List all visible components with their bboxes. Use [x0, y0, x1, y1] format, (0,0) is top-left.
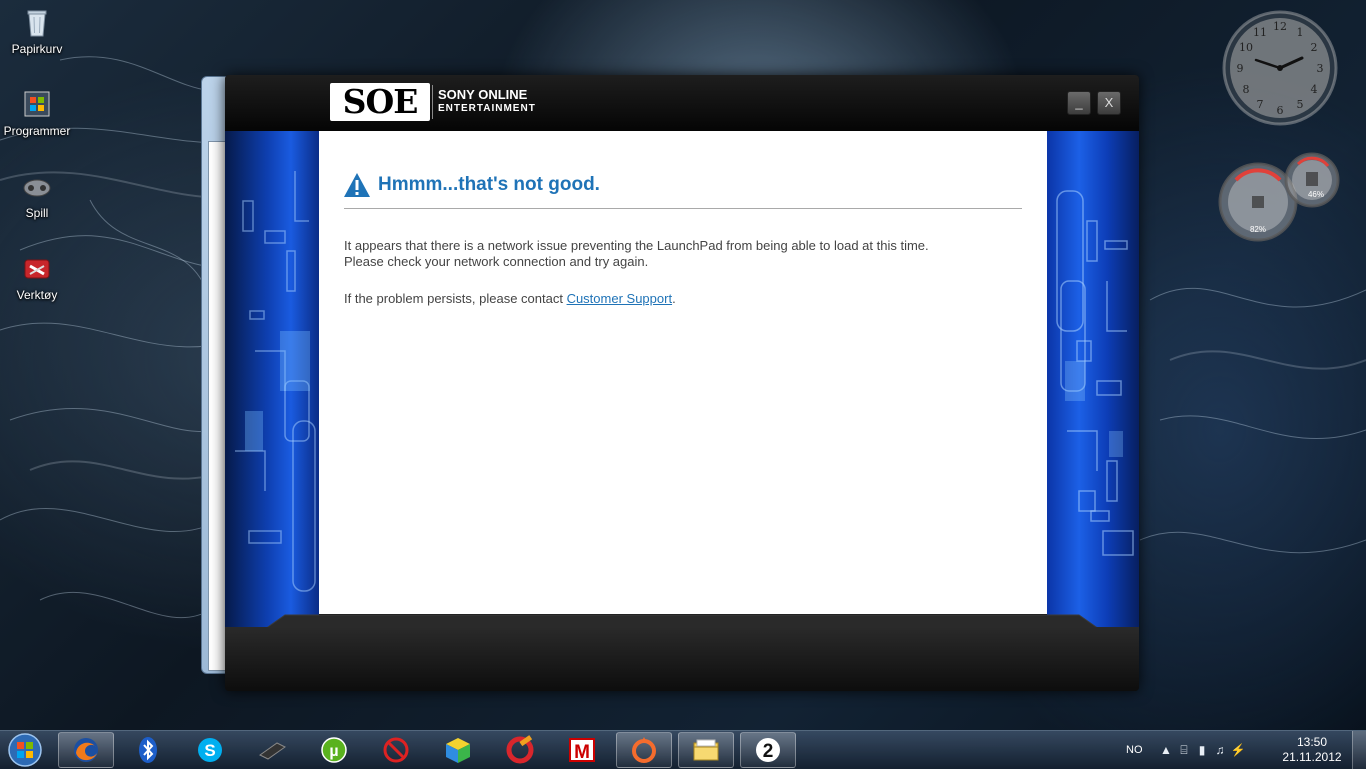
svg-text:5: 5: [1297, 98, 1304, 111]
left-decorative-panel: [225, 131, 319, 627]
meter-right-value: 46%: [1308, 190, 1324, 199]
launcher-titlebar[interactable]: SOE SONY ONLINE ENTERTAINMENT _ X: [225, 75, 1139, 131]
warning-icon: [344, 173, 370, 197]
usb-device-icon[interactable]: ⌸: [1175, 743, 1193, 758]
bluetooth-icon: [139, 737, 157, 763]
error-message-line-1: It appears that there is a network issue…: [344, 238, 929, 253]
clock-gadget[interactable]: 12 12 345 678 91011: [1220, 8, 1340, 128]
taskbar-rubik[interactable]: [430, 732, 486, 768]
blocked-app-icon: [383, 737, 409, 763]
utorrent-icon: µ: [321, 737, 347, 763]
taskbar-ps3[interactable]: [244, 732, 300, 768]
taskbar-bluetooth[interactable]: [120, 732, 176, 768]
desktop-icon-label: Spill: [25, 206, 49, 220]
error-message: It appears that there is a network issue…: [344, 238, 1024, 270]
support-prefix: If the problem persists, please contact: [344, 291, 567, 306]
tools-icon: [24, 259, 50, 279]
brand-line-2: ENTERTAINMENT: [438, 103, 536, 114]
svg-text:9: 9: [1237, 62, 1244, 75]
language-indicator[interactable]: NO: [1126, 731, 1143, 769]
ccleaner-icon: [506, 735, 534, 764]
file-explorer-icon: [693, 739, 719, 761]
soe-logo: SOE: [330, 83, 430, 121]
start-button[interactable]: [2, 732, 48, 768]
soe-launcher-icon: 2: [756, 738, 780, 762]
svg-text:7: 7: [1257, 98, 1264, 111]
taskbar-origin[interactable]: [616, 732, 672, 768]
rubik-cube-icon: [446, 738, 470, 763]
network-signal-icon[interactable]: ▮: [1193, 743, 1211, 757]
desktop-icon-tools[interactable]: Verktøy: [0, 252, 74, 302]
desktop-icon-label: Programmer: [3, 124, 71, 138]
show-desktop-button[interactable]: [1352, 731, 1366, 769]
taskbar-blocked-app[interactable]: [368, 732, 424, 768]
minimize-button[interactable]: _: [1067, 91, 1091, 115]
meter-left-value: 82%: [1250, 225, 1266, 234]
svg-text:2: 2: [1311, 41, 1318, 54]
origin-icon: [632, 737, 656, 763]
support-message: If the problem persists, please contact …: [344, 291, 676, 307]
clock-date: 21.11.2012: [1282, 750, 1342, 764]
taskbar-ccleaner[interactable]: [492, 732, 548, 768]
svg-text:6: 6: [1277, 104, 1284, 117]
error-message-line-2: Please check your network connection and…: [344, 254, 649, 269]
firefox-icon: [74, 738, 98, 762]
circuit-pattern-right: [1056, 190, 1134, 556]
show-hidden-icons-icon[interactable]: ▲: [1157, 743, 1175, 757]
taskbar-malwarebytes[interactable]: M: [554, 732, 610, 768]
svg-text:S: S: [204, 741, 215, 760]
svg-text:11: 11: [1253, 26, 1267, 39]
desktop-icon-games[interactable]: Spill: [0, 170, 74, 220]
customer-support-link[interactable]: Customer Support: [567, 291, 673, 306]
svg-text:10: 10: [1239, 41, 1253, 54]
error-heading: Hmmm...that's not good.: [343, 171, 600, 199]
taskbar: S µ M 2 NO ▲ ⌸ ▮ ♫ ⚡ 13:50 21.11.2012: [0, 730, 1366, 769]
error-title: Hmmm...that's not good.: [378, 174, 600, 195]
error-content-panel: Hmmm...that's not good. It appears that …: [319, 131, 1047, 614]
recycle-bin-icon: [27, 10, 47, 37]
brand-line-1: SONY ONLINE: [438, 87, 528, 102]
desktop-icon-recycle-bin[interactable]: Papirkurv: [0, 6, 74, 56]
close-button[interactable]: X: [1097, 91, 1121, 115]
support-suffix: .: [672, 291, 676, 306]
desktop-icon-programs[interactable]: Programmer: [0, 88, 74, 138]
svg-text:1: 1: [1297, 26, 1304, 39]
svg-text:8: 8: [1243, 83, 1250, 96]
taskbar-clock[interactable]: 13:50 21.11.2012: [1279, 735, 1345, 765]
cpu-meter-gadget[interactable]: 82% 46%: [1218, 150, 1342, 242]
programs-icon: [24, 91, 50, 117]
taskbar-firefox[interactable]: [58, 732, 114, 768]
svg-text:M: M: [574, 742, 590, 763]
taskbar-explorer[interactable]: [678, 732, 734, 768]
soe-logo-text: SOE: [342, 82, 419, 121]
svg-text:3: 3: [1317, 62, 1324, 75]
svg-text:µ: µ: [329, 743, 338, 760]
taskbar-skype[interactable]: S: [182, 732, 238, 768]
desktop-icon-label: Papirkurv: [11, 42, 63, 56]
power-icon[interactable]: ⚡: [1229, 743, 1247, 757]
system-tray: ▲ ⌸ ▮ ♫ ⚡: [1157, 731, 1247, 769]
logo-divider: [432, 85, 433, 119]
heading-divider: [344, 208, 1022, 209]
volume-icon[interactable]: ♫: [1211, 743, 1229, 757]
desktop-icon-label: Verktøy: [16, 288, 58, 302]
svg-text:4: 4: [1311, 83, 1318, 96]
skype-icon: S: [198, 738, 222, 762]
brand-text: SONY ONLINE ENTERTAINMENT: [438, 88, 536, 115]
launcher-bottom-bar: [225, 627, 1139, 691]
games-icon: [23, 179, 51, 197]
circuit-pattern-left: [235, 171, 316, 592]
clock-time: 13:50: [1296, 735, 1328, 749]
right-decorative-panel: [1047, 131, 1139, 627]
malwarebytes-icon: M: [569, 738, 595, 763]
taskbar-soe-launcher[interactable]: 2: [740, 732, 796, 768]
svg-text:2: 2: [763, 741, 774, 762]
soe-launcher-window: SOE SONY ONLINE ENTERTAINMENT _ X Hmmm..…: [225, 75, 1139, 691]
taskbar-utorrent[interactable]: µ: [306, 732, 362, 768]
svg-text:12: 12: [1273, 20, 1287, 33]
ps3-icon: [259, 742, 286, 760]
